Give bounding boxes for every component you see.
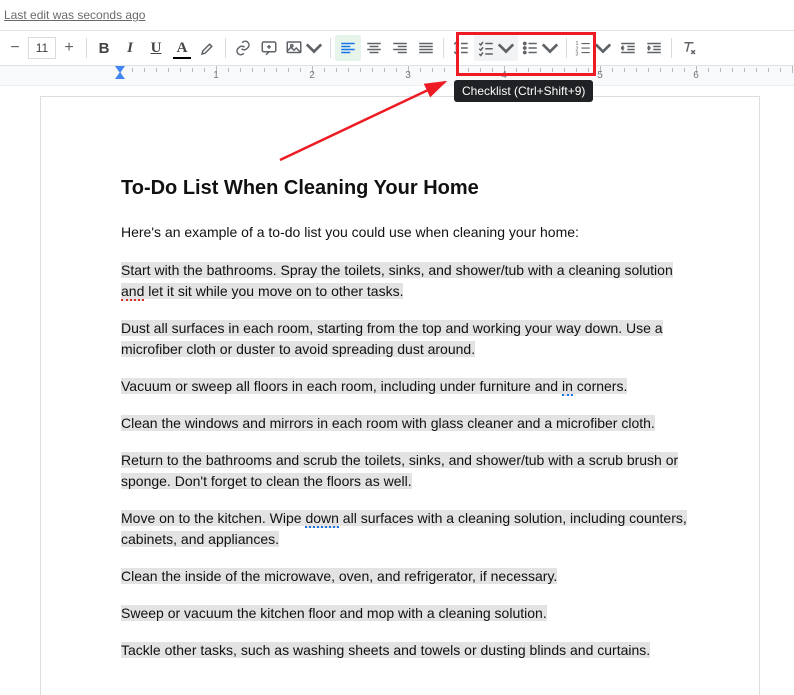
numbered-list-button[interactable]: 123 [571,35,615,61]
doc-intro: Here's an example of a to-do list you co… [121,222,689,242]
chevron-down-icon [594,39,612,57]
ruler-number: 3 [405,70,411,81]
decrease-indent-button[interactable] [615,35,641,61]
doc-paragraph: Start with the bathrooms. Spray the toil… [121,260,689,302]
align-center-button[interactable] [361,35,387,61]
ruler-number: 1 [213,70,219,81]
chevron-down-icon [497,39,515,57]
align-right-button[interactable] [387,35,413,61]
last-edit-link[interactable]: Last edit was seconds ago [4,8,145,22]
image-icon [285,39,303,57]
clear-formatting-icon [680,39,698,57]
page-area: To-Do List When Cleaning Your Home Here'… [0,86,794,695]
line-spacing-button[interactable] [448,35,474,61]
doc-paragraph: Clean the windows and mirrors in each ro… [121,413,689,434]
numbered-list-icon: 123 [574,39,592,57]
align-left-icon [339,39,357,57]
svg-text:3: 3 [576,52,579,58]
toolbar: − + B I U A [0,30,794,66]
doc-paragraph: Move on to the kitchen. Wipe down all su… [121,508,689,550]
checklist-tooltip: Checklist (Ctrl+Shift+9) [454,80,593,102]
font-size-increase-button[interactable]: + [58,37,80,59]
doc-title: To-Do List When Cleaning Your Home [121,177,689,200]
align-justify-icon [417,39,435,57]
doc-paragraph: Dust all surfaces in each room, starting… [121,318,689,360]
font-size-decrease-button[interactable]: − [4,37,26,59]
ruler-number: 5 [597,70,603,81]
align-left-button[interactable] [335,35,361,61]
chevron-down-icon [305,39,323,57]
ruler-number: 6 [693,70,699,81]
doc-paragraph: Sweep or vacuum the kitchen floor and mo… [121,603,689,624]
highlighter-icon [199,39,217,57]
doc-paragraph: Return to the bathrooms and scrub the to… [121,450,689,492]
font-size-input[interactable] [28,37,56,59]
chevron-down-icon [541,39,559,57]
insert-image-button[interactable] [282,35,326,61]
checklist-button[interactable] [474,35,518,61]
highlight-color-button[interactable] [195,35,221,61]
link-icon [234,39,252,57]
decrease-indent-icon [619,39,637,57]
align-justify-button[interactable] [413,35,439,61]
clear-formatting-button[interactable] [676,35,702,61]
doc-paragraph: Clean the inside of the microwave, oven,… [121,566,689,587]
italic-button[interactable]: I [117,35,143,61]
text-color-button[interactable]: A [169,35,195,61]
doc-paragraph: Tackle other tasks, such as washing shee… [121,640,689,661]
ruler[interactable]: 123456 [0,66,794,86]
bulleted-list-icon [521,39,539,57]
underline-button[interactable]: U [143,35,169,61]
align-center-icon [365,39,383,57]
document-page[interactable]: To-Do List When Cleaning Your Home Here'… [40,96,760,695]
bulleted-list-button[interactable] [518,35,562,61]
increase-indent-button[interactable] [641,35,667,61]
ruler-number: 2 [309,70,315,81]
doc-paragraph: Vacuum or sweep all floors in each room,… [121,376,689,397]
left-indent-marker[interactable] [115,72,125,79]
increase-indent-icon [645,39,663,57]
line-spacing-icon [452,39,470,57]
align-right-icon [391,39,409,57]
add-comment-button[interactable] [256,35,282,61]
checklist-icon [477,39,495,57]
comment-icon [260,39,278,57]
insert-link-button[interactable] [230,35,256,61]
bold-button[interactable]: B [91,35,117,61]
